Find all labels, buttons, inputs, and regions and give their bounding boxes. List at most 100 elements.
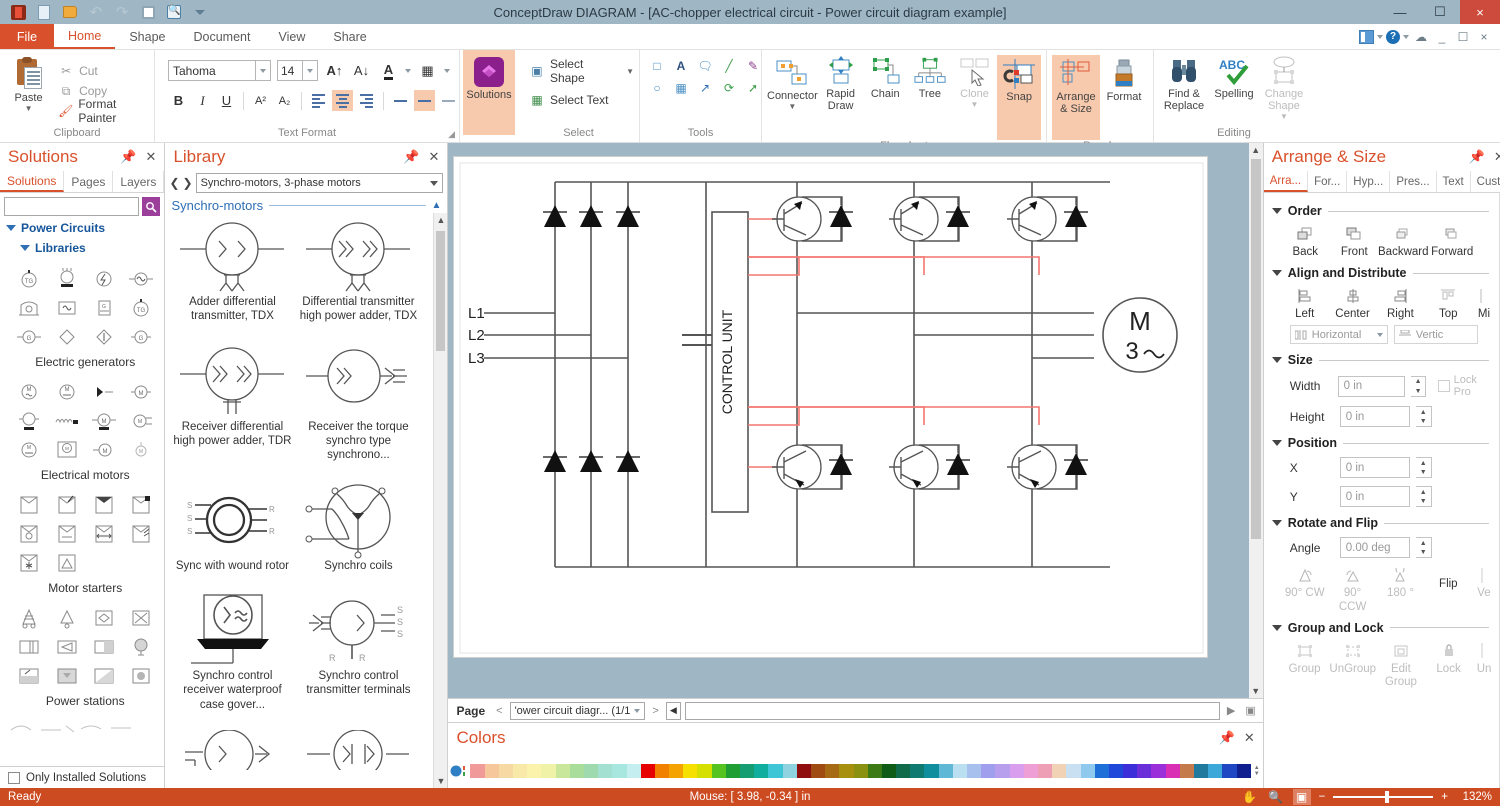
station-gen-box-icon[interactable] — [16, 663, 42, 689]
font-color-button[interactable]: A — [378, 60, 399, 81]
edit-group-button[interactable]: Edit Group — [1378, 642, 1424, 689]
text-format-dialog-launcher[interactable]: ◢ — [448, 129, 455, 140]
tab-document[interactable]: Document — [180, 24, 265, 49]
solutions-search-button[interactable] — [142, 197, 160, 216]
height-input[interactable]: 0 in — [1340, 406, 1410, 427]
rotate-90-ccw-button[interactable]: 90° CCW — [1330, 566, 1376, 613]
motor-leads-icon[interactable]: M — [128, 408, 154, 434]
diagram-page[interactable]: CONTROL UNIT — [453, 156, 1208, 658]
app-logo-icon[interactable] — [8, 2, 28, 22]
section-order[interactable]: Order — [1272, 199, 1495, 221]
generator-leads-icon[interactable]: G — [128, 324, 154, 350]
doc-close-icon[interactable]: × — [1475, 29, 1493, 45]
italic-button[interactable]: I — [192, 90, 213, 111]
color-swatch[interactable] — [584, 764, 598, 778]
select-shape-button[interactable]: ▣ Select Shape ▼ — [529, 61, 634, 81]
order-backward-button[interactable]: Backward — [1380, 225, 1427, 259]
save-icon[interactable] — [138, 2, 158, 22]
color-swatch[interactable] — [1237, 764, 1251, 778]
section-size[interactable]: Size — [1272, 348, 1495, 370]
generator-terminals-icon[interactable]: G — [16, 324, 42, 350]
align-center-button[interactable] — [332, 90, 353, 111]
color-swatch[interactable] — [910, 764, 924, 778]
motor-enclosure-icon[interactable]: M — [54, 437, 80, 463]
library-shape-item[interactable]: Differential transmitter high power adde… — [297, 217, 419, 342]
starter-plain-icon[interactable] — [16, 492, 42, 518]
align-right-button[interactable] — [356, 90, 377, 111]
battery-gen-icon[interactable]: G — [91, 295, 117, 321]
color-swatch[interactable] — [612, 764, 626, 778]
paste-button[interactable]: Paste ▼ — [5, 55, 52, 114]
section-align[interactable]: Align and Distribute — [1272, 261, 1495, 283]
help-caret-icon[interactable] — [1403, 35, 1409, 39]
ungroup-button[interactable]: UnGroup — [1329, 642, 1376, 689]
library-close-icon[interactable]: ✕ — [429, 149, 440, 165]
color-swatch[interactable] — [1109, 764, 1123, 778]
canvas-vertical-scrollbar[interactable]: ▲ ▼ — [1249, 143, 1263, 698]
library-pin-icon[interactable]: 📌 — [403, 149, 419, 165]
undo-icon[interactable]: ↶ — [86, 2, 106, 22]
order-forward-button[interactable]: Forward — [1429, 225, 1476, 259]
station-hatched-icon[interactable] — [91, 634, 117, 660]
color-swatch[interactable] — [683, 764, 697, 778]
tab-home[interactable]: Home — [54, 24, 115, 49]
align-left-button[interactable] — [308, 90, 329, 111]
canvas-scroll-up-icon[interactable]: ▲ — [1249, 143, 1263, 157]
color-swatch[interactable] — [598, 764, 612, 778]
pen-tool-icon[interactable]: ✎ — [745, 58, 761, 74]
distribute-vertical-dropdown[interactable]: Vertic — [1394, 325, 1478, 344]
color-swatch[interactable] — [627, 764, 641, 778]
motor-coupling-icon[interactable]: M — [91, 408, 117, 434]
library-scrollbar[interactable]: ▲ ▼ — [433, 213, 447, 788]
canvas-scroll-thumb[interactable] — [1251, 159, 1261, 539]
station-triangle-icon[interactable] — [54, 605, 80, 631]
library-group-electrical-motors[interactable]: M M M M M M M M M Electrical motors — [6, 371, 164, 484]
customize-qat-caret-icon[interactable] — [190, 2, 210, 22]
chevron-up-icon[interactable]: ▲ — [432, 200, 442, 211]
solutions-button[interactable]: Solutions — [463, 50, 515, 135]
ribbon-display-icon[interactable] — [1359, 30, 1374, 44]
color-swatch[interactable] — [1052, 764, 1066, 778]
section-position[interactable]: Position — [1272, 431, 1495, 453]
group-button[interactable]: Group — [1282, 642, 1328, 689]
cut-button[interactable]: ✂ Cut — [58, 61, 149, 81]
library-shape-item[interactable]: S S S R R Synchro control transmitter te… — [297, 591, 419, 730]
library-shape-item[interactable]: S S S R R Sync with wound rotor — [171, 481, 293, 591]
scroll-up-icon[interactable]: ▲ — [434, 213, 447, 227]
arrange-pin-icon[interactable]: 📌 — [1469, 149, 1485, 165]
arrange-tab-format[interactable]: For... — [1308, 171, 1347, 192]
color-swatch[interactable] — [669, 764, 683, 778]
starter-filled-icon[interactable] — [91, 492, 117, 518]
library-group-partial[interactable] — [6, 710, 164, 738]
section-group-lock[interactable]: Group and Lock — [1272, 616, 1495, 638]
color-swatch[interactable] — [854, 764, 868, 778]
y-input[interactable]: 0 in — [1340, 486, 1410, 507]
station-diag-icon[interactable] — [91, 663, 117, 689]
ribbon-display-caret-icon[interactable] — [1377, 35, 1383, 39]
angle-stepper[interactable]: ▲▼ — [1416, 537, 1432, 558]
window-close-button[interactable]: × — [1460, 0, 1500, 24]
angle-input[interactable]: 0.00 deg — [1340, 537, 1410, 558]
motor-brake-icon[interactable] — [91, 379, 117, 405]
connector-button[interactable]: Connector ▼ — [767, 55, 818, 112]
grow-font-button[interactable]: A↑ — [324, 60, 345, 81]
color-swatch[interactable] — [1137, 764, 1151, 778]
superscript-button[interactable]: A² — [250, 90, 271, 111]
generator-coil-icon[interactable] — [54, 266, 80, 292]
motor-ac-icon[interactable]: M — [16, 379, 42, 405]
page-add-icon[interactable]: ▣ — [1242, 704, 1258, 717]
text-tool-icon[interactable]: A — [673, 58, 689, 74]
color-swatch[interactable] — [712, 764, 726, 778]
color-swatch[interactable] — [967, 764, 981, 778]
station-hourglass-icon[interactable] — [128, 605, 154, 631]
library-shape-item[interactable] — [171, 730, 293, 788]
only-installed-solutions-checkbox[interactable]: Only Installed Solutions — [0, 766, 164, 788]
generator-lightning-icon[interactable] — [91, 266, 117, 292]
motor-box3-icon[interactable]: M — [16, 437, 42, 463]
page-tab-strip[interactable] — [685, 702, 1220, 720]
color-swatch[interactable] — [1180, 764, 1194, 778]
color-swatch[interactable] — [995, 764, 1009, 778]
cloud-icon[interactable]: ☁ — [1412, 29, 1430, 45]
diamond-dot-icon[interactable] — [91, 324, 117, 350]
solutions-tab-layers[interactable]: Layers — [113, 171, 164, 192]
